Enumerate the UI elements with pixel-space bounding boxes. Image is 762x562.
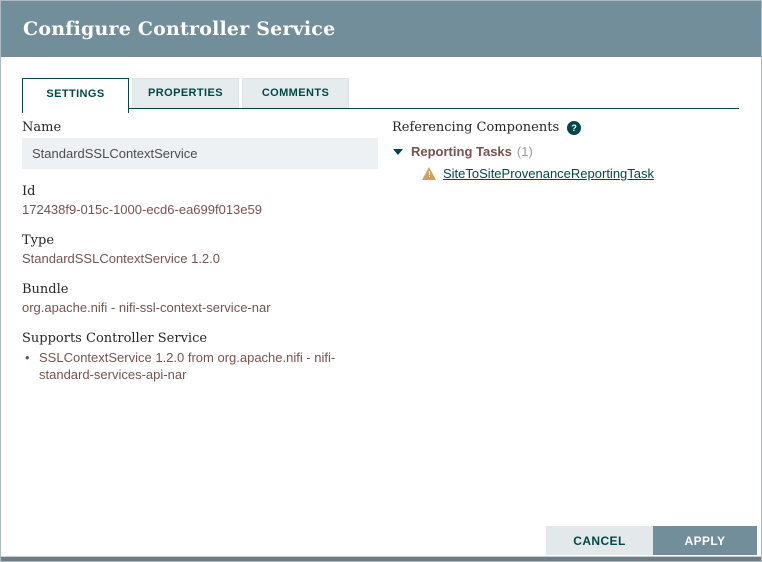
id-label: Id (22, 184, 379, 199)
type-value: StandardSSLContextService 1.2.0 (22, 251, 379, 267)
help-icon[interactable]: ? (567, 121, 581, 135)
tab-comments[interactable]: COMMENTS (242, 78, 349, 108)
id-value: 172438f9-015c-1000-ecd6-ea699f013e59 (22, 202, 379, 218)
warning-icon: ! (422, 167, 437, 180)
tab-settings[interactable]: SETTINGS (22, 78, 129, 113)
tab-properties[interactable]: PROPERTIES (132, 78, 239, 108)
type-label: Type (22, 233, 379, 248)
referencing-components-panel: Referencing Components ? Reporting Tasks… (392, 113, 739, 181)
dialog-bottom-edge (1, 556, 761, 561)
configure-controller-service-dialog: Configure Controller Service SETTINGS PR… (0, 0, 762, 562)
referencing-component-row: ! SiteToSiteProvenanceReportingTask (392, 166, 739, 181)
cancel-button[interactable]: CANCEL (546, 526, 653, 555)
dialog-title: Configure Controller Service (1, 1, 761, 57)
supports-list-item: SSLContextService 1.2.0 from org.apache.… (22, 349, 367, 383)
dialog-header: Configure Controller Service (1, 1, 761, 57)
apply-button[interactable]: APPLY (653, 526, 757, 555)
name-label: Name (22, 120, 379, 135)
chevron-down-icon[interactable] (393, 149, 403, 155)
referencing-components-title: Referencing Components (392, 120, 559, 135)
settings-panel: Name Id 172438f9-015c-1000-ecd6-ea699f01… (22, 113, 379, 383)
reporting-tasks-label: Reporting Tasks (411, 144, 512, 159)
supports-controller-service-label: Supports Controller Service (22, 331, 379, 346)
referencing-component-link[interactable]: SiteToSiteProvenanceReportingTask (443, 166, 654, 181)
name-input[interactable] (22, 138, 378, 169)
tabbar: SETTINGS PROPERTIES COMMENTS (22, 78, 739, 109)
tab-underline (22, 108, 739, 109)
reporting-tasks-count: (1) (517, 144, 533, 159)
bundle-label: Bundle (22, 282, 379, 297)
bundle-value: org.apache.nifi - nifi-ssl-context-servi… (22, 300, 379, 316)
dialog-footer: CANCEL APPLY (546, 526, 757, 555)
supports-list: SSLContextService 1.2.0 from org.apache.… (22, 349, 379, 383)
